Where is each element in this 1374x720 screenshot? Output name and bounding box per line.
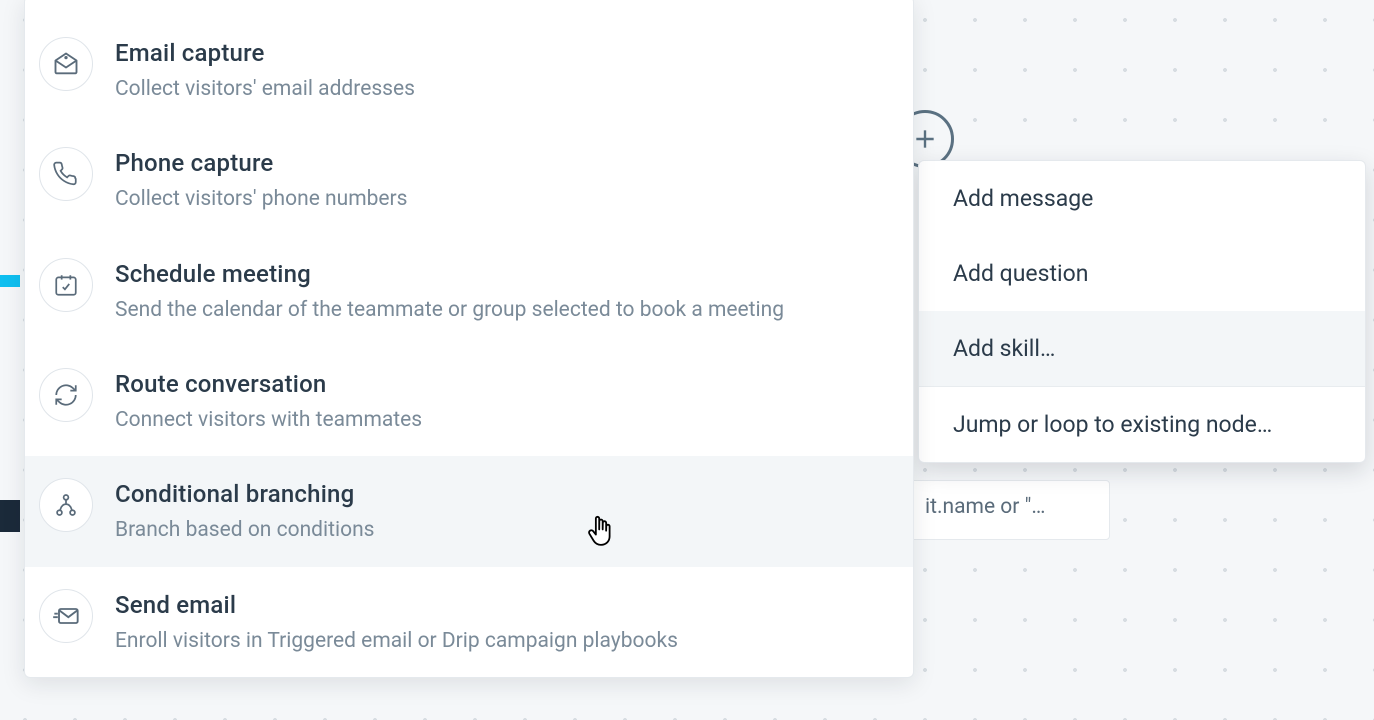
menu-item-label: Add message [953, 185, 1093, 212]
skill-desc: Branch based on conditions [115, 516, 883, 544]
node-preview-text: it.name or "… [925, 495, 1045, 519]
mail-open-icon [39, 37, 93, 91]
skill-item-route-conversation[interactable]: Route conversation Connect visitors with… [25, 346, 913, 456]
skill-item-email-capture[interactable]: Email capture Collect visitors' email ad… [25, 15, 913, 125]
menu-item-label: Add question [953, 260, 1088, 287]
skill-desc: Send the calendar of the teammate or gro… [115, 296, 883, 324]
skill-title: Schedule meeting [115, 260, 883, 288]
add-menu: Add message Add question Add skill… Jump… [918, 160, 1366, 463]
add-menu-item-add-question[interactable]: Add question [919, 236, 1365, 311]
skill-title: Conditional branching [115, 480, 883, 508]
skills-panel: Email capture Collect visitors' email ad… [24, 0, 914, 678]
refresh-icon [39, 368, 93, 422]
skill-desc: Connect visitors with teammates [115, 406, 883, 434]
branch-icon [39, 478, 93, 532]
calendar-icon [39, 258, 93, 312]
sidebar-accent-fragment [0, 275, 20, 287]
skill-title: Send email [115, 591, 883, 619]
skill-item-phone-capture[interactable]: Phone capture Collect visitors' phone nu… [25, 125, 913, 235]
add-menu-item-add-message[interactable]: Add message [919, 161, 1365, 236]
skill-item-schedule-meeting[interactable]: Schedule meeting Send the calendar of th… [25, 236, 913, 346]
node-preview-card[interactable]: it.name or "… [910, 480, 1110, 540]
skill-title: Route conversation [115, 370, 883, 398]
skill-title: Phone capture [115, 149, 883, 177]
skill-desc: Enroll visitors in Triggered email or Dr… [115, 627, 883, 655]
sidebar-dark-fragment [0, 500, 20, 532]
skill-item-send-email[interactable]: Send email Enroll visitors in Triggered … [25, 567, 913, 677]
menu-item-label: Jump or loop to existing node… [953, 411, 1272, 438]
add-menu-item-jump-loop[interactable]: Jump or loop to existing node… [919, 387, 1365, 462]
send-mail-icon [39, 589, 93, 643]
phone-icon [39, 147, 93, 201]
skill-desc: Collect visitors' phone numbers [115, 185, 883, 213]
skill-item-conditional-branching[interactable]: Conditional branching Branch based on co… [25, 456, 913, 566]
add-menu-item-add-skill[interactable]: Add skill… [919, 311, 1365, 386]
plus-icon [912, 126, 938, 152]
skill-desc: Collect visitors' email addresses [115, 75, 883, 103]
skill-title: Email capture [115, 39, 883, 67]
menu-item-label: Add skill… [953, 335, 1055, 362]
